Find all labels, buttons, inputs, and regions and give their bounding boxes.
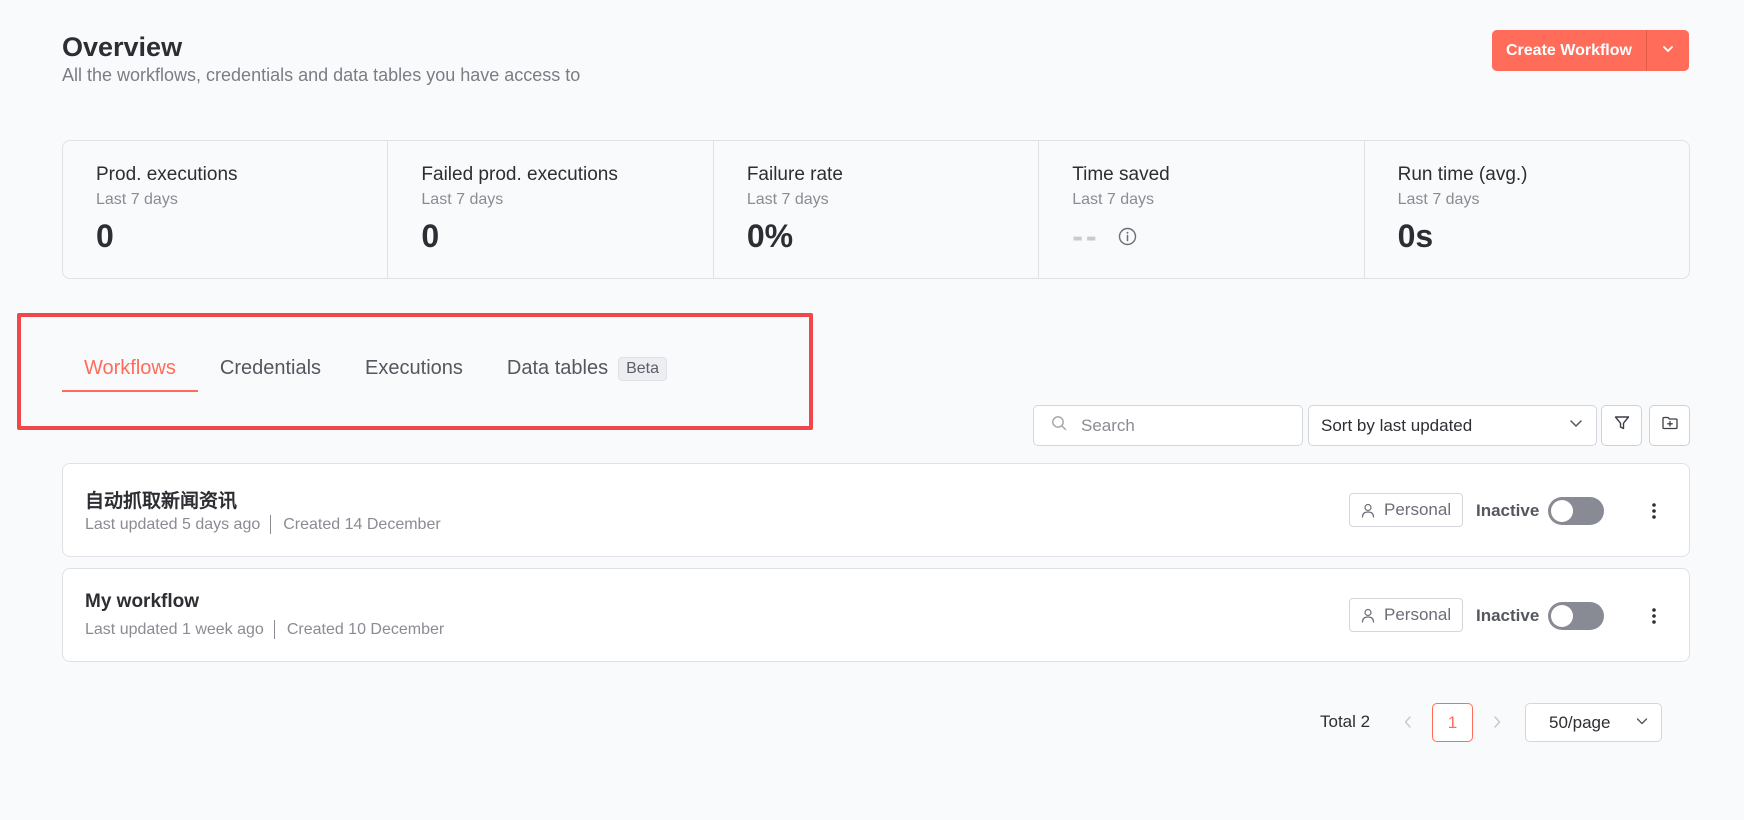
search-icon xyxy=(1051,415,1067,436)
stat-prod-executions: Prod. executions Last 7 days 0 xyxy=(63,141,389,278)
stat-value-row: -- xyxy=(1072,218,1363,255)
stat-period: Last 7 days xyxy=(746,191,829,208)
workflow-name[interactable]: 自动抓取新闻资讯 xyxy=(85,486,237,513)
stat-failure-rate: Failure rate Last 7 days 0% xyxy=(714,141,1040,278)
tab-workflows[interactable]: Workflows xyxy=(62,350,198,392)
tab-label: Workflows xyxy=(84,357,176,379)
owner-label: Personal xyxy=(1384,605,1452,624)
workflow-row[interactable]: My workflow Last updated 1 week ago Crea… xyxy=(62,568,1690,662)
chevron-right-icon xyxy=(1494,716,1501,728)
chevron-down-icon xyxy=(1661,42,1675,59)
workflow-updated: Last updated 5 days ago xyxy=(85,515,261,533)
sort-select[interactable]: Sort by last updated xyxy=(1308,405,1597,446)
page-number-button[interactable]: 1 xyxy=(1432,703,1473,742)
stat-period: Last 7 days xyxy=(96,191,178,208)
folder-plus-icon xyxy=(1661,414,1679,437)
activation-toggle[interactable] xyxy=(1548,497,1604,525)
info-icon[interactable] xyxy=(1118,227,1137,246)
stat-time-saved: Time saved Last 7 days -- xyxy=(1039,141,1365,278)
workflow-meta: Last updated 5 days ago Created 14 Decem… xyxy=(85,515,441,534)
tab-label: Credentials xyxy=(219,357,322,379)
filter-button[interactable] xyxy=(1601,405,1642,446)
create-workflow-group: Create Workflow xyxy=(1492,30,1689,71)
stats-panel: Prod. executions Last 7 days 0 Failed pr… xyxy=(62,140,1690,279)
stat-value: 0 xyxy=(421,218,440,254)
tab-executions[interactable]: Executions xyxy=(365,350,463,392)
page-title: Overview xyxy=(62,32,183,62)
beta-badge: Beta xyxy=(618,357,667,381)
status-label: Inactive xyxy=(1476,606,1540,625)
workflow-updated: Last updated 1 week ago xyxy=(85,620,264,638)
tab-credentials[interactable]: Credentials xyxy=(220,350,321,392)
page-size-select[interactable]: 50/page xyxy=(1525,703,1662,742)
stat-value: -- xyxy=(1072,218,1100,254)
tab-label: Data tables xyxy=(506,357,609,379)
stat-failed-prod-executions: Failed prod. executions Last 7 days 0 xyxy=(388,141,714,278)
stat-value: 0s xyxy=(1397,218,1434,254)
next-page-button[interactable] xyxy=(1487,710,1507,734)
workflow-created: Created 10 December xyxy=(286,620,445,638)
stat-label: Time saved xyxy=(1072,164,1170,185)
stat-label: Prod. executions xyxy=(96,164,238,185)
stat-value: 0% xyxy=(746,218,794,254)
more-options-button[interactable] xyxy=(1642,599,1666,633)
meta-divider xyxy=(270,515,272,534)
filter-icon xyxy=(1613,414,1631,437)
status-label: Inactive xyxy=(1476,501,1540,520)
stat-label: Run time (avg.) xyxy=(1397,164,1528,185)
activation-toggle[interactable] xyxy=(1548,602,1604,630)
stat-label: Failure rate xyxy=(746,164,843,185)
pagination-total: Total 2 xyxy=(1320,712,1371,731)
stat-period: Last 7 days xyxy=(421,191,504,208)
user-icon xyxy=(1361,503,1375,518)
more-options-button[interactable] xyxy=(1642,494,1666,528)
sort-select-value: Sort by last updated xyxy=(1321,415,1473,435)
tab-data-tables[interactable]: Data tables Beta xyxy=(507,350,667,392)
stat-label: Failed prod. executions xyxy=(421,164,618,185)
tab-label: Executions xyxy=(365,357,463,379)
search-input[interactable] xyxy=(1081,415,1281,436)
toggle-knob xyxy=(1551,500,1573,522)
owner-badge: Personal xyxy=(1349,493,1464,527)
tab-bar: Workflows Credentials Executions Data ta… xyxy=(62,350,711,392)
kebab-menu-icon xyxy=(1652,503,1656,519)
page-size-value: 50/page xyxy=(1549,712,1611,732)
previous-page-button[interactable] xyxy=(1398,710,1418,734)
stat-period: Last 7 days xyxy=(1072,191,1155,208)
chevron-left-icon xyxy=(1404,716,1411,728)
owner-badge: Personal xyxy=(1349,598,1464,632)
workflow-created: Created 14 December xyxy=(283,515,441,533)
meta-divider xyxy=(273,620,275,639)
workflow-name[interactable]: My workflow xyxy=(85,591,199,613)
stat-run-time: Run time (avg.) Last 7 days 0s xyxy=(1365,141,1689,278)
create-workflow-button[interactable]: Create Workflow xyxy=(1492,30,1646,71)
page-subtitle: All the workflows, credentials and data … xyxy=(62,65,581,85)
toggle-knob xyxy=(1551,605,1573,627)
chevron-down-icon xyxy=(1635,713,1649,733)
stat-period: Last 7 days xyxy=(1397,191,1480,208)
new-folder-button[interactable] xyxy=(1649,405,1690,446)
stat-value: 0 xyxy=(96,218,114,254)
user-icon xyxy=(1361,608,1375,623)
create-workflow-dropdown-button[interactable] xyxy=(1646,30,1689,71)
workflow-meta: Last updated 1 week ago Created 10 Decem… xyxy=(85,620,444,639)
workflow-row[interactable]: 自动抓取新闻资讯 Last updated 5 days ago Created… xyxy=(62,463,1690,557)
owner-label: Personal xyxy=(1384,500,1452,519)
overview-page: Overview All the workflows, credentials … xyxy=(0,0,1744,820)
page-header: Overview All the workflows, credentials … xyxy=(62,30,580,86)
chevron-down-icon xyxy=(1568,415,1584,436)
kebab-menu-icon xyxy=(1652,608,1656,624)
search-field[interactable] xyxy=(1033,405,1303,446)
